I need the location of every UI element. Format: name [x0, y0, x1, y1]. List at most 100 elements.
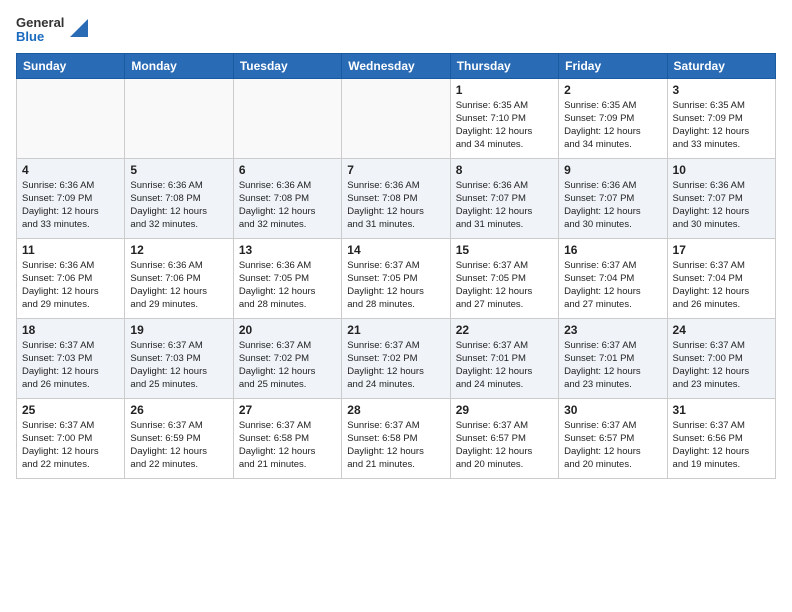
day-number: 14 [347, 243, 444, 257]
logo: General Blue [16, 16, 88, 45]
day-info: Sunrise: 6:36 AM Sunset: 7:08 PM Dayligh… [130, 179, 227, 232]
calendar-cell: 27Sunrise: 6:37 AM Sunset: 6:58 PM Dayli… [233, 398, 341, 478]
day-info: Sunrise: 6:36 AM Sunset: 7:07 PM Dayligh… [456, 179, 553, 232]
calendar-cell: 18 Sunrise: 6:37 AM Sunset: 7:03 PM Dayli… [17, 318, 125, 398]
header-sunday: Sunday [17, 53, 125, 78]
calendar-week-row: 11 Sunrise: 6:36 AM Sunset: 7:06 PM Dayli… [17, 238, 776, 318]
calendar-cell: 5 Sunrise: 6:36 AM Sunset: 7:08 PM Daylig… [125, 158, 233, 238]
day-number: 21 [347, 323, 444, 337]
calendar-cell: 22 Sunrise: 6:37 AM Sunset: 7:01 PM Dayli… [450, 318, 558, 398]
calendar-header-row: SundayMondayTuesdayWednesdayThursdayFrid… [17, 53, 776, 78]
day-info: Sunrise: 6:37 AM Sunset: 7:05 PM Dayligh… [456, 259, 553, 312]
calendar-cell: 21 Sunrise: 6:37 AM Sunset: 7:02 PM Dayli… [342, 318, 450, 398]
day-number: 27 [239, 403, 336, 417]
day-info: Sunrise: 6:37 AM Sunset: 7:03 PM Dayligh… [22, 339, 119, 392]
day-number: 4 [22, 163, 119, 177]
day-number: 11 [22, 243, 119, 257]
calendar-cell: 1 Sunrise: 6:35 AM Sunset: 7:10 PM Daylig… [450, 78, 558, 158]
calendar-cell: 26 Sunrise: 6:37 AM Sunset: 6:59 PM Dayli… [125, 398, 233, 478]
day-info: Sunrise: 6:37 AM Sunset: 7:02 PM Dayligh… [347, 339, 444, 392]
logo-general-text: General [16, 16, 64, 30]
calendar-cell: 12 Sunrise: 6:36 AM Sunset: 7:06 PM Dayli… [125, 238, 233, 318]
day-info: Sunrise: 6:35 AM Sunset: 7:10 PM Dayligh… [456, 99, 553, 152]
calendar-cell: 14 Sunrise: 6:37 AM Sunset: 7:05 PM Dayli… [342, 238, 450, 318]
day-info: Sunrise: 6:36 AM Sunset: 7:06 PM Dayligh… [130, 259, 227, 312]
day-info: Sunrise: 6:36 AM Sunset: 7:09 PM Dayligh… [22, 179, 119, 232]
calendar-cell: 7 Sunrise: 6:36 AM Sunset: 7:08 PM Daylig… [342, 158, 450, 238]
header-wednesday: Wednesday [342, 53, 450, 78]
day-info: Sunrise: 6:37 AM Sunset: 7:02 PM Dayligh… [239, 339, 336, 392]
day-number: 23 [564, 323, 661, 337]
day-info: Sunrise: 6:35 AM Sunset: 7:09 PM Dayligh… [564, 99, 661, 152]
day-number: 25 [22, 403, 119, 417]
day-info: Sunrise: 6:36 AM Sunset: 7:08 PM Dayligh… [347, 179, 444, 232]
logo-blue-text: Blue [16, 30, 44, 44]
day-number: 15 [456, 243, 553, 257]
day-number: 5 [130, 163, 227, 177]
calendar-cell: 4 Sunrise: 6:36 AM Sunset: 7:09 PM Daylig… [17, 158, 125, 238]
calendar-cell: 25 Sunrise: 6:37 AM Sunset: 7:00 PM Dayli… [17, 398, 125, 478]
day-number: 13 [239, 243, 336, 257]
day-info: Sunrise: 6:36 AM Sunset: 7:07 PM Dayligh… [564, 179, 661, 232]
calendar-cell: 3 Sunrise: 6:35 AM Sunset: 7:09 PM Daylig… [667, 78, 775, 158]
page-header: General Blue [16, 16, 776, 45]
calendar-cell: 30 Sunrise: 6:37 AM Sunset: 6:57 PM Dayli… [559, 398, 667, 478]
day-number: 17 [673, 243, 770, 257]
day-info: Sunrise: 6:37 AM Sunset: 7:03 PM Dayligh… [130, 339, 227, 392]
logo-arrow-icon [70, 19, 88, 37]
day-info: Sunrise: 6:37 AM Sunset: 7:00 PM Dayligh… [22, 419, 119, 472]
calendar-cell [125, 78, 233, 158]
calendar-cell: 28 Sunrise: 6:37 AM Sunset: 6:58 PM Dayli… [342, 398, 450, 478]
day-number: 22 [456, 323, 553, 337]
calendar-cell: 17 Sunrise: 6:37 AM Sunset: 7:04 PM Dayli… [667, 238, 775, 318]
day-info: Sunrise: 6:37 AM Sunset: 6:56 PM Dayligh… [673, 419, 770, 472]
calendar-cell: 19 Sunrise: 6:37 AM Sunset: 7:03 PM Dayli… [125, 318, 233, 398]
day-info: Sunrise: 6:37 AM Sunset: 7:01 PM Dayligh… [456, 339, 553, 392]
day-info: Sunrise: 6:35 AM Sunset: 7:09 PM Dayligh… [673, 99, 770, 152]
day-info: Sunrise: 6:37 AM Sunset: 7:04 PM Dayligh… [673, 259, 770, 312]
calendar-cell: 11 Sunrise: 6:36 AM Sunset: 7:06 PM Dayli… [17, 238, 125, 318]
day-info: Sunrise: 6:37 AM Sunset: 6:57 PM Dayligh… [564, 419, 661, 472]
day-info: Sunrise: 6:37 AM Sunset: 7:00 PM Dayligh… [673, 339, 770, 392]
day-number: 20 [239, 323, 336, 337]
calendar-cell: 10Sunrise: 6:36 AM Sunset: 7:07 PM Dayli… [667, 158, 775, 238]
day-info: Sunrise: 6:37 AM Sunset: 6:59 PM Dayligh… [130, 419, 227, 472]
day-number: 31 [673, 403, 770, 417]
calendar-cell: 9Sunrise: 6:36 AM Sunset: 7:07 PM Daylig… [559, 158, 667, 238]
day-info: Sunrise: 6:37 AM Sunset: 7:04 PM Dayligh… [564, 259, 661, 312]
day-number: 1 [456, 83, 553, 97]
calendar-week-row: 18 Sunrise: 6:37 AM Sunset: 7:03 PM Dayli… [17, 318, 776, 398]
calendar-cell [233, 78, 341, 158]
day-info: Sunrise: 6:36 AM Sunset: 7:07 PM Dayligh… [673, 179, 770, 232]
day-info: Sunrise: 6:36 AM Sunset: 7:08 PM Dayligh… [239, 179, 336, 232]
header-saturday: Saturday [667, 53, 775, 78]
day-number: 18 [22, 323, 119, 337]
calendar-cell: 16Sunrise: 6:37 AM Sunset: 7:04 PM Dayli… [559, 238, 667, 318]
day-number: 12 [130, 243, 227, 257]
day-number: 29 [456, 403, 553, 417]
day-number: 2 [564, 83, 661, 97]
calendar-week-row: 25 Sunrise: 6:37 AM Sunset: 7:00 PM Dayli… [17, 398, 776, 478]
day-info: Sunrise: 6:37 AM Sunset: 6:57 PM Dayligh… [456, 419, 553, 472]
day-info: Sunrise: 6:37 AM Sunset: 7:05 PM Dayligh… [347, 259, 444, 312]
calendar-cell [342, 78, 450, 158]
day-number: 28 [347, 403, 444, 417]
day-info: Sunrise: 6:37 AM Sunset: 6:58 PM Dayligh… [347, 419, 444, 472]
calendar-cell: 24 Sunrise: 6:37 AM Sunset: 7:00 PM Dayli… [667, 318, 775, 398]
day-info: Sunrise: 6:37 AM Sunset: 7:01 PM Dayligh… [564, 339, 661, 392]
header-monday: Monday [125, 53, 233, 78]
calendar-cell: 23 Sunrise: 6:37 AM Sunset: 7:01 PM Dayli… [559, 318, 667, 398]
day-info: Sunrise: 6:36 AM Sunset: 7:06 PM Dayligh… [22, 259, 119, 312]
day-number: 7 [347, 163, 444, 177]
calendar-cell: 6 Sunrise: 6:36 AM Sunset: 7:08 PM Daylig… [233, 158, 341, 238]
day-number: 26 [130, 403, 227, 417]
day-number: 6 [239, 163, 336, 177]
day-number: 19 [130, 323, 227, 337]
calendar-week-row: 1 Sunrise: 6:35 AM Sunset: 7:10 PM Daylig… [17, 78, 776, 158]
day-number: 3 [673, 83, 770, 97]
day-number: 30 [564, 403, 661, 417]
calendar-week-row: 4 Sunrise: 6:36 AM Sunset: 7:09 PM Daylig… [17, 158, 776, 238]
day-number: 24 [673, 323, 770, 337]
calendar-cell: 8Sunrise: 6:36 AM Sunset: 7:07 PM Daylig… [450, 158, 558, 238]
calendar-cell: 13Sunrise: 6:36 AM Sunset: 7:05 PM Dayli… [233, 238, 341, 318]
